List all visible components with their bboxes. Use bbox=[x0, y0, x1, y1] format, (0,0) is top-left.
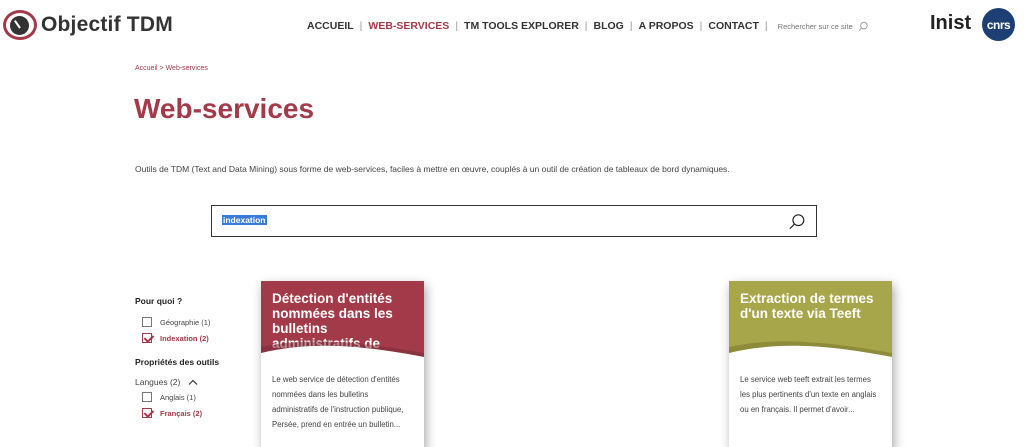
filter-heading-pour-quoi: Pour quoi ? bbox=[135, 296, 183, 306]
filter-heading-proprietes: Propriétés des outils bbox=[135, 357, 220, 367]
nav-item-blog[interactable]: BLOG bbox=[594, 20, 624, 32]
breadcrumb-current: Web-services bbox=[165, 65, 208, 72]
card-description: Le service web teeft extrait les termes … bbox=[740, 375, 877, 414]
search-icon[interactable] bbox=[858, 21, 869, 32]
checkbox[interactable] bbox=[142, 317, 152, 327]
filter-option-label: Français (2) bbox=[160, 408, 203, 418]
nav-separator: | bbox=[455, 20, 459, 32]
checkbox-checked[interactable] bbox=[142, 333, 152, 343]
card-header: Extraction de termes d'un texte via Teef… bbox=[729, 281, 892, 361]
inist-logo[interactable]: Inist bbox=[930, 12, 971, 35]
card-title: Extraction de termes d'un texte via Teef… bbox=[740, 291, 874, 321]
nav-separator: | bbox=[764, 20, 768, 32]
filter-group-langues[interactable]: Langues (2) bbox=[135, 377, 219, 387]
logo-text: Objectif TDM bbox=[41, 13, 173, 36]
filter-option-label: Indexation (2) bbox=[160, 333, 209, 343]
page-title: Web-services bbox=[134, 93, 315, 124]
filter-option-anglais[interactable]: Anglais (1) bbox=[142, 392, 219, 402]
nav-separator: | bbox=[359, 20, 363, 32]
site-header: Objectif TDM ACCUEIL | WEB-SERVICES | TM… bbox=[0, 0, 1024, 52]
nav-item-web-services[interactable]: WEB-SERVICES bbox=[368, 20, 449, 32]
cnrs-logo-text: cnrs bbox=[986, 17, 1011, 32]
filter-option-indexation[interactable]: Indexation (2) bbox=[142, 333, 219, 343]
site-logo[interactable]: Objectif TDM bbox=[3, 10, 173, 40]
filter-option-label: Anglais (1) bbox=[160, 392, 196, 402]
main-nav: ACCUEIL | WEB-SERVICES | TM TOOLS EXPLOR… bbox=[307, 20, 869, 32]
checkbox[interactable] bbox=[142, 392, 152, 402]
service-card[interactable]: Détection d'entités nommées dans les bul… bbox=[261, 281, 424, 447]
nav-item-accueil[interactable]: ACCUEIL bbox=[307, 20, 354, 32]
card-wave-decoration bbox=[261, 341, 424, 361]
chevron-up-icon[interactable] bbox=[188, 379, 198, 385]
breadcrumb-separator: > bbox=[159, 65, 164, 72]
nav-item-a-propos[interactable]: A PROPOS bbox=[639, 20, 694, 32]
filter-option-geographie[interactable]: Géographie (1) bbox=[142, 317, 219, 327]
search-input-value[interactable]: indexation bbox=[222, 215, 267, 225]
search-icon[interactable] bbox=[788, 213, 806, 231]
page-intro: Outils de TDM (Text and Data Mining) sou… bbox=[135, 164, 730, 174]
filter-option-label: Géographie (1) bbox=[160, 317, 211, 327]
filter-group-label: Langues (2) bbox=[135, 377, 181, 387]
filters-panel: Pour quoi ? Géographie (1) Indexation (2… bbox=[135, 296, 219, 418]
nav-item-tm-tools-explorer[interactable]: TM TOOLS EXPLORER bbox=[464, 20, 579, 32]
nav-item-contact[interactable]: CONTACT bbox=[708, 20, 759, 32]
web-services-search[interactable]: indexation bbox=[211, 205, 817, 237]
checkbox-checked[interactable] bbox=[142, 408, 152, 418]
cnrs-logo[interactable]: cnrs bbox=[982, 8, 1015, 41]
breadcrumb-home-link[interactable]: Accueil bbox=[135, 65, 158, 72]
card-wave-decoration bbox=[729, 341, 892, 361]
filter-option-francais[interactable]: Français (2) bbox=[142, 408, 219, 418]
card-description: Le web service de détection d'entités no… bbox=[272, 375, 404, 429]
site-search bbox=[777, 21, 869, 32]
breadcrumb: Accueil > Web-services bbox=[135, 65, 208, 72]
nav-separator: | bbox=[699, 20, 703, 32]
nav-separator: | bbox=[584, 20, 588, 32]
site-search-input[interactable] bbox=[777, 21, 856, 31]
service-card[interactable]: Extraction de termes d'un texte via Teef… bbox=[729, 281, 892, 447]
clock-logo-icon bbox=[3, 10, 37, 40]
nav-separator: | bbox=[629, 20, 633, 32]
card-header: Détection d'entités nommées dans les bul… bbox=[261, 281, 424, 361]
